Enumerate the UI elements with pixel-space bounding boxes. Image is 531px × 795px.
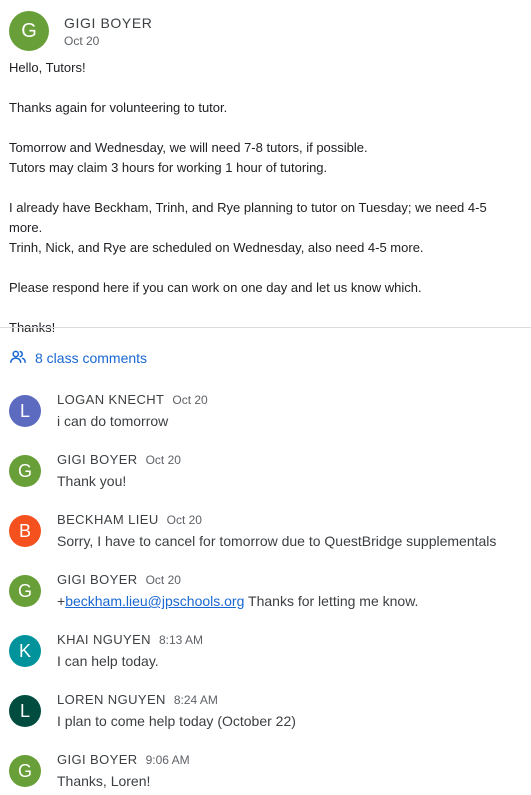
comment: L LOREN NGUYEN 8:24 AM I plan to come help … — [0, 687, 531, 735]
comment-author-name: KHAI NGUYEN — [57, 632, 151, 647]
avatar[interactable]: G — [9, 455, 41, 487]
avatar[interactable]: G — [9, 575, 41, 607]
comment-time: Oct 20 — [145, 453, 181, 467]
comment: L LOGAN KNECHT Oct 20 i can do tomorrow — [0, 387, 531, 435]
comment-author-name: GIGI BOYER — [57, 572, 138, 587]
comment-time: 9:06 AM — [145, 753, 190, 767]
comment-text-body: Thanks for letting me know. — [248, 593, 419, 609]
comment-text: Sorry, I have to cancel for tomorrow due… — [57, 533, 497, 549]
avatar[interactable]: L — [9, 695, 41, 727]
post-date: Oct 20 — [64, 34, 100, 48]
announcement-post: G GIGI BOYER Oct 20 Hello, Tutors! Thank… — [0, 0, 531, 338]
comment-author-name: BECKHAM LIEU — [57, 512, 159, 527]
comment-author-name: LOREN NGUYEN — [57, 692, 166, 707]
post-paragraph: Thanks again for volunteering to tutor. — [9, 100, 228, 115]
comment: G GIGI BOYER 9:06 AM Thanks, Loren! — [0, 747, 531, 795]
comment: K KHAI NGUYEN 8:13 AM I can help today. — [0, 627, 531, 675]
class-comments-label: 8 class comments — [35, 350, 148, 366]
post-paragraph: Thanks! — [9, 320, 56, 335]
comment: G GIGI BOYER Oct 20 Thank you! — [0, 447, 531, 495]
post-line: Tutors may claim 3 hours for working 1 h… — [9, 160, 328, 175]
post-line: I already have Beckham, Trinh, and Rye p… — [9, 200, 487, 235]
class-comments-link[interactable]: 8 class comments — [9, 349, 147, 367]
post-paragraph: Please respond here if you can work on o… — [9, 280, 422, 295]
comment-text: i can do tomorrow — [57, 413, 169, 429]
comment-time: Oct 20 — [145, 573, 181, 587]
post-paragraph: I already have Beckham, Trinh, and Rye p… — [9, 198, 522, 258]
comment-time: Oct 20 — [172, 393, 208, 407]
comment-author: GIGI BOYER Oct 20 — [57, 572, 181, 587]
comment: B BECKHAM LIEU Oct 20 Sorry, I have to canc… — [0, 507, 531, 555]
post-header: G GIGI BOYER Oct 20 — [0, 0, 531, 58]
divider — [0, 327, 531, 328]
comment-author: KHAI NGUYEN 8:13 AM — [57, 632, 203, 647]
comment-time: Oct 20 — [166, 513, 202, 527]
post-body: Hello, Tutors! Thanks again for voluntee… — [0, 58, 531, 338]
avatar[interactable]: G — [9, 11, 49, 51]
post-author-name: GIGI BOYER — [64, 15, 153, 31]
post-paragraph: Hello, Tutors! — [9, 60, 86, 75]
comment-author: GIGI BOYER Oct 20 — [57, 452, 181, 467]
avatar[interactable]: B — [9, 515, 41, 547]
comment-author: LOREN NGUYEN 8:24 AM — [57, 692, 218, 707]
post-paragraph: Tomorrow and Wednesday, we will need 7-8… — [9, 138, 522, 178]
avatar[interactable]: G — [9, 755, 41, 787]
comment: G GIGI BOYER Oct 20 +beckham.lieu@jpschools… — [0, 567, 531, 615]
avatar[interactable]: K — [9, 635, 41, 667]
comment-time: 8:13 AM — [158, 633, 204, 647]
avatar[interactable]: L — [9, 395, 41, 427]
comment-author-name: LOGAN KNECHT — [57, 392, 165, 407]
comment-author-name: GIGI BOYER — [57, 752, 138, 767]
post-line: Trinh, Nick, and Rye are scheduled on We… — [9, 240, 424, 255]
comment-author: GIGI BOYER 9:06 AM — [57, 752, 190, 767]
post-line: Tomorrow and Wednesday, we will need 7-8… — [9, 140, 368, 155]
comment-text: Thanks, Loren! — [57, 773, 151, 789]
comment-text: Thank you! — [57, 473, 127, 489]
comment-text: +beckham.lieu@jpschools.org Thanks for l… — [57, 593, 419, 609]
comment-text: I plan to come help today (October 22) — [57, 713, 296, 729]
comment-author-name: GIGI BOYER — [57, 452, 138, 467]
comment-text: I can help today. — [57, 653, 159, 669]
comment-time: 8:24 AM — [173, 693, 218, 707]
people-icon — [9, 348, 35, 369]
comment-author: LOGAN KNECHT Oct 20 — [57, 392, 208, 407]
comment-author: BECKHAM LIEU Oct 20 — [57, 512, 202, 527]
mention-link[interactable]: beckham.lieu@jpschools.org — [65, 593, 244, 609]
